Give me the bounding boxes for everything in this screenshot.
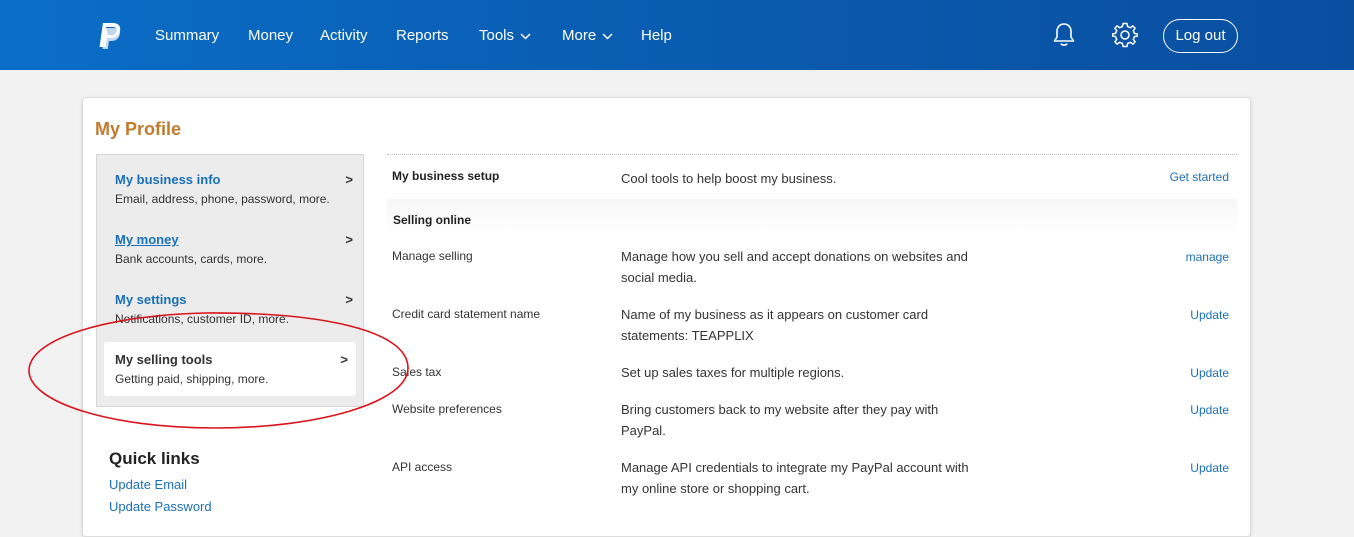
section-title: Selling online: [393, 213, 472, 227]
sidebar-item-subtitle: Email, address, phone, password, more.: [115, 192, 330, 206]
row-label: Manage selling: [392, 249, 473, 263]
paypal-logo-icon[interactable]: [96, 22, 122, 50]
update-link[interactable]: Update: [1190, 366, 1229, 380]
nav-activity[interactable]: Activity: [320, 26, 368, 46]
row-description: Cool tools to help boost my business.: [621, 171, 837, 186]
nav-help[interactable]: Help: [641, 26, 672, 46]
sidebar-item-title: My money: [115, 232, 179, 247]
nav-money[interactable]: Money: [248, 26, 293, 46]
update-link[interactable]: Update: [1190, 403, 1229, 417]
sidebar-item-money[interactable]: My money Bank accounts, cards, more. >: [115, 232, 355, 266]
nav-tools[interactable]: Tools: [479, 26, 531, 46]
chevron-down-icon: [520, 33, 531, 40]
manage-link[interactable]: manage: [1186, 250, 1229, 264]
sidebar-item-settings[interactable]: My settings Notifications, customer ID, …: [115, 292, 355, 326]
sidebar-item-subtitle: Getting paid, shipping, more.: [115, 372, 269, 386]
chevron-down-icon: [602, 33, 613, 40]
chevron-right-icon: >: [345, 172, 353, 187]
quick-links-title: Quick links: [109, 449, 200, 468]
chevron-right-icon: >: [340, 352, 348, 367]
nav-more-label: More: [562, 27, 597, 44]
nav-summary[interactable]: Summary: [155, 26, 219, 46]
sidebar-item-title: My business info: [115, 172, 221, 187]
gear-icon[interactable]: [1112, 22, 1138, 48]
row-description: Set up sales taxes for multiple regions.: [621, 365, 845, 380]
row-label: Website preferences: [392, 402, 502, 416]
row-description: Bring customers back to my website after…: [621, 402, 939, 438]
row-description: Name of my business as it appears on cus…: [621, 307, 929, 343]
logout-button[interactable]: Log out: [1163, 19, 1238, 53]
nav-tools-label: Tools: [479, 27, 515, 44]
update-link[interactable]: Update: [1190, 461, 1229, 475]
sidebar-item-title: My selling tools: [115, 352, 213, 367]
page-title: My Profile: [95, 119, 182, 139]
quick-link-update-email[interactable]: Update Email: [109, 477, 187, 492]
nav-reports[interactable]: Reports: [396, 26, 449, 46]
row-description: Manage API credentials to integrate my P…: [621, 460, 969, 496]
row-label: My business setup: [392, 169, 500, 183]
section-header-selling-online: Selling online: [387, 199, 1237, 235]
nav-more[interactable]: More: [562, 26, 613, 46]
top-nav-bar: Summary Money Activity Reports Tools Mor…: [0, 0, 1354, 70]
sidebar-item-title: My settings: [115, 292, 187, 307]
row-label: Credit card statement name: [392, 307, 541, 321]
sidebar-item-business-info[interactable]: My business info Email, address, phone, …: [115, 172, 355, 206]
chevron-right-icon: >: [345, 232, 353, 247]
bell-icon[interactable]: [1052, 22, 1076, 48]
sidebar-item-selling-tools[interactable]: My selling tools Getting paid, shipping,…: [104, 342, 356, 396]
quick-link-update-password[interactable]: Update Password: [109, 499, 212, 514]
sidebar-item-subtitle: Notifications, customer ID, more.: [115, 312, 290, 326]
row-label: Sales tax: [392, 365, 442, 379]
update-link[interactable]: Update: [1190, 308, 1229, 322]
profile-sidebar: My business info Email, address, phone, …: [96, 154, 364, 407]
get-started-link[interactable]: Get started: [1170, 170, 1229, 184]
profile-card: My Profile My business info Email, addre…: [82, 97, 1251, 537]
divider: [387, 154, 1237, 155]
chevron-right-icon: >: [345, 292, 353, 307]
row-label: API access: [392, 460, 453, 474]
row-description: Manage how you sell and accept donations…: [621, 249, 968, 285]
sidebar-item-subtitle: Bank accounts, cards, more.: [115, 252, 268, 266]
